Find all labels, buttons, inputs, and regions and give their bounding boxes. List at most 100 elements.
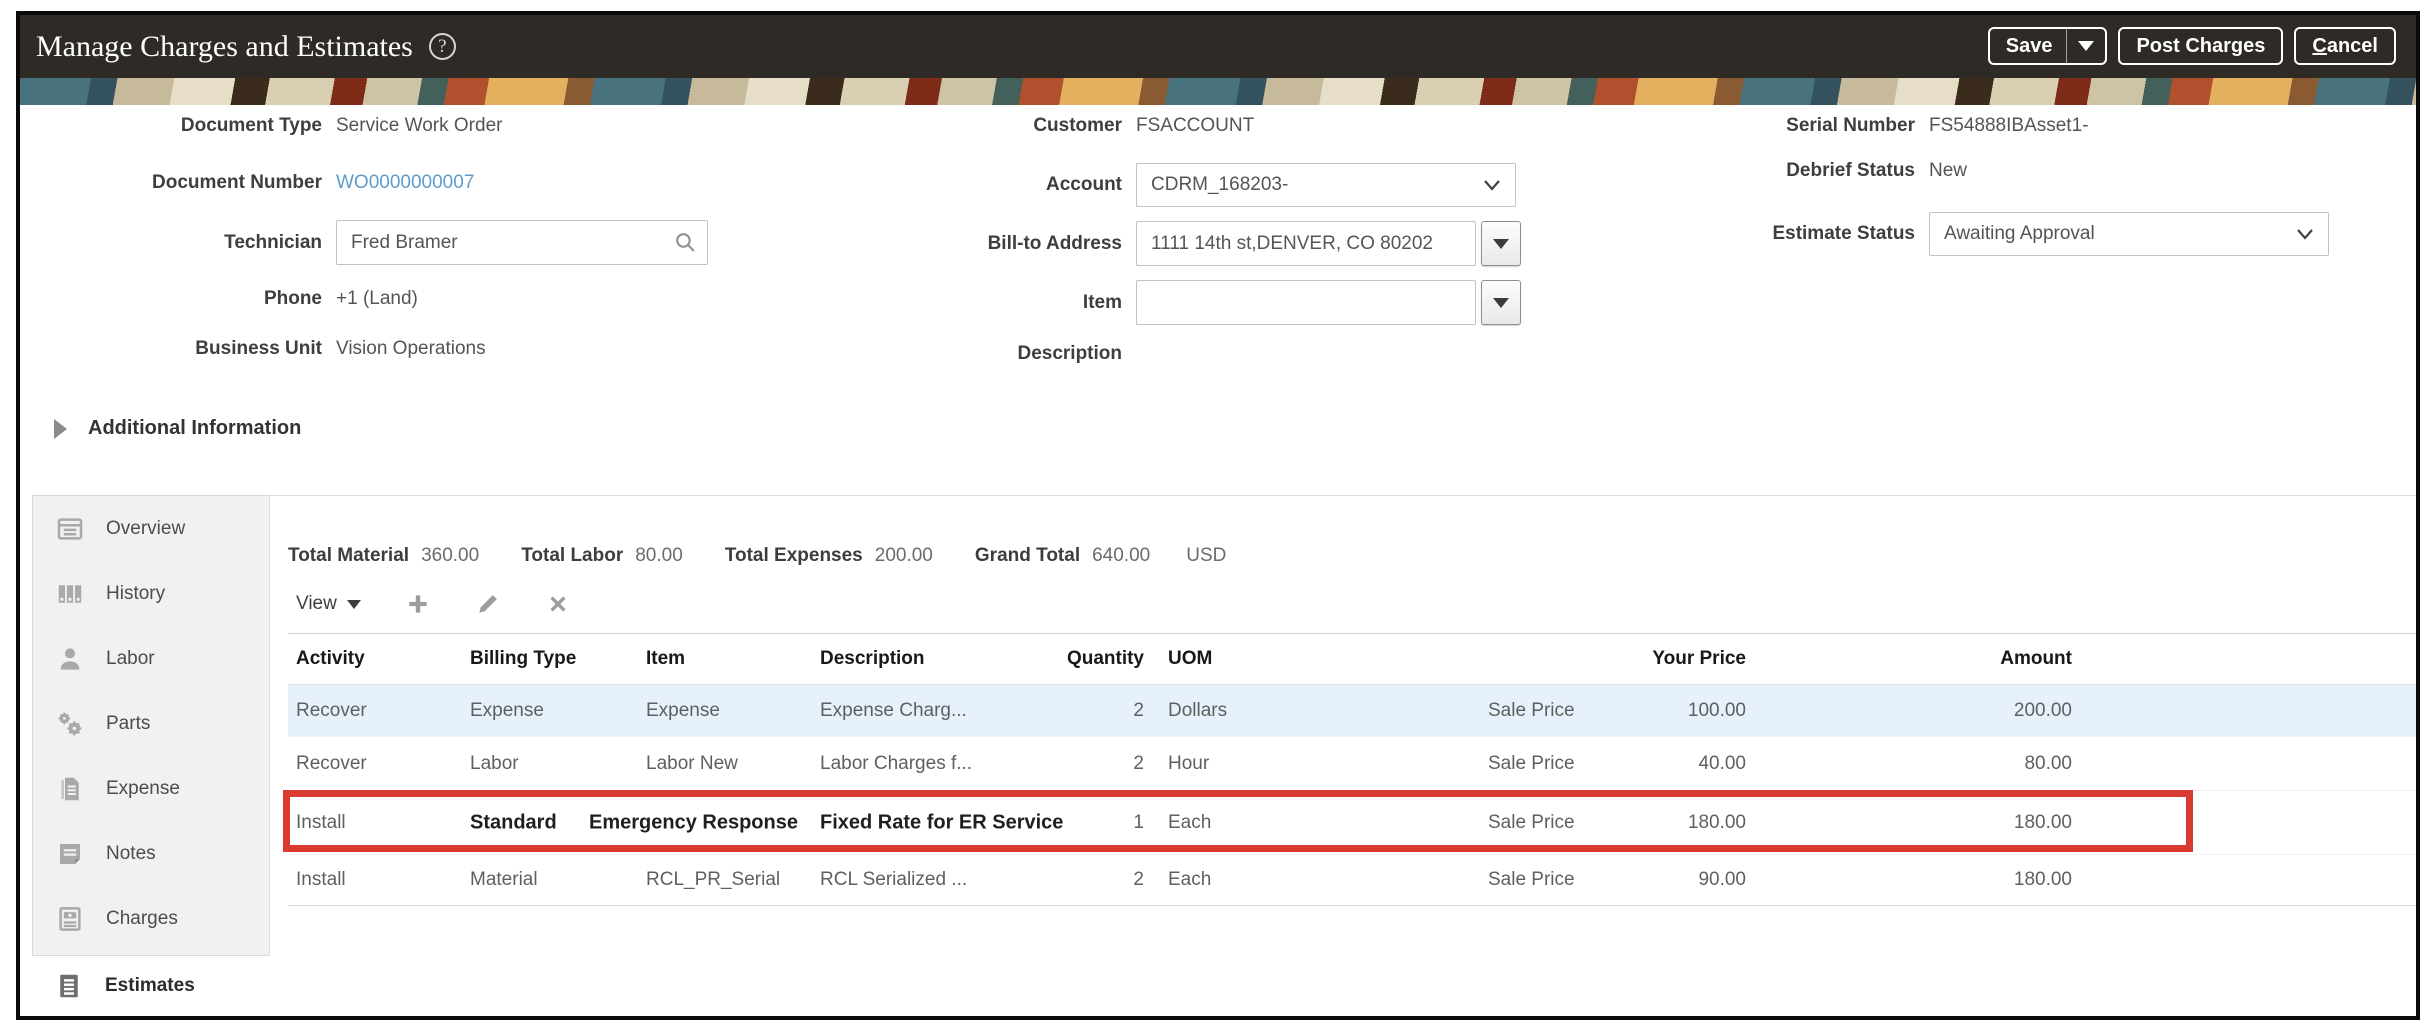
sidebar-item-notes[interactable]: Notes (33, 821, 269, 886)
form-column-middle: Customer FSACCOUNT Account CDRM_168203- … (900, 111, 1580, 369)
description-label: Description (1017, 343, 1122, 364)
sidebar-item-charges[interactable]: Charges (33, 886, 269, 951)
form-column-left: Document Type Service Work Order Documen… (80, 111, 740, 364)
technician-input[interactable] (336, 220, 708, 265)
triangle-down-icon (1493, 297, 1509, 308)
cell-billing-type: Labor (470, 752, 519, 774)
table-row[interactable]: Recover Labor Labor New Labor Charges f.… (288, 736, 2416, 790)
business-unit-value: Vision Operations (336, 338, 486, 359)
business-unit-label: Business Unit (195, 338, 322, 359)
cell-uom: Dollars (1168, 699, 1228, 721)
table-row[interactable]: Recover Expense Expense Expense Charg...… (288, 684, 2416, 736)
cell-price-type: Sale Price (1488, 699, 1575, 721)
account-select[interactable]: CDRM_168203- (1136, 163, 1516, 207)
estimates-table: Activity Billing Type Item Description Q… (283, 633, 2416, 906)
cell-activity: Install (296, 811, 346, 833)
sidebar-item-estimates-selected[interactable]: Estimates (32, 956, 270, 1016)
sidebar-item-history[interactable]: History (33, 561, 269, 626)
item-dropdown-button[interactable] (1481, 280, 1521, 325)
note-icon (60, 843, 80, 864)
table-row-highlighted[interactable]: Install Standard Emergency Response Fixe… (288, 790, 2416, 854)
col-header-billing-type: Billing Type (470, 648, 577, 669)
additional-information-label: Additional Information (88, 417, 302, 439)
cell-description: Labor Charges f... (820, 752, 973, 774)
cell-billing-type: Material (470, 869, 538, 890)
cancel-label-rest: ancel (2326, 34, 2378, 57)
cell-your-price: 90.00 (1698, 869, 1746, 890)
account-label: Account (1046, 174, 1122, 195)
page-title-row: Manage Charges and Estimates ? (36, 15, 456, 78)
debrief-status-value: New (1929, 160, 1968, 181)
cell-item: Emergency Response (589, 811, 798, 833)
totals-bar: Total Material 360.00 Total Labor 80.00 … (288, 545, 1226, 567)
col-header-amount: Amount (2000, 648, 2072, 669)
cell-activity: Recover (296, 699, 367, 721)
sidebar-item-label: Charges (106, 907, 178, 929)
cell-quantity: 1 (1133, 811, 1144, 833)
cell-price-type: Sale Price (1488, 811, 1575, 833)
cell-price-type: Sale Price (1488, 752, 1575, 774)
sidebar-item-label: Estimates (105, 975, 195, 996)
cell-uom: Hour (1168, 752, 1210, 774)
table-row[interactable]: Install Material RCL_PR_Serial RCL Seria… (288, 854, 2416, 906)
cell-quantity: 2 (1133, 699, 1144, 721)
cell-amount: 200.00 (2013, 699, 2072, 721)
estimate-status-select[interactable]: Awaiting Approval (1929, 212, 2329, 256)
col-header-activity: Activity (296, 648, 365, 669)
cancel-button[interactable]: Cancel (2294, 27, 2396, 65)
table-toolbar: View (296, 587, 571, 621)
cell-your-price: 100.00 (1687, 699, 1746, 721)
sidebar-item-parts[interactable]: Parts (33, 691, 269, 756)
edit-row-button[interactable] (475, 591, 501, 617)
bill-to-address-input[interactable] (1136, 221, 1476, 266)
triangle-down-icon (346, 599, 361, 609)
sidebar-tabs: Overview History Labor Parts Expense Not… (32, 495, 270, 956)
chevron-down-icon (1484, 180, 1500, 191)
panel-divider (270, 495, 2416, 496)
total-material-value: 360.00 (421, 545, 480, 566)
view-menu-label: View (296, 593, 337, 614)
item-input[interactable] (1136, 280, 1476, 325)
sidebar-item-expense[interactable]: Expense (33, 756, 269, 821)
help-icon[interactable]: ? (428, 33, 456, 60)
table-header-row: Activity Billing Type Item Description Q… (288, 634, 2416, 684)
col-header-your-price: Your Price (1652, 648, 1746, 669)
sidebar-item-label: Parts (106, 712, 151, 734)
account-selected-value: CDRM_168203- (1151, 174, 1289, 195)
cell-your-price: 40.00 (1698, 752, 1746, 774)
cell-activity: Install (296, 869, 346, 890)
cell-amount: 180.00 (2013, 869, 2072, 890)
customer-label: Customer (1033, 115, 1122, 136)
sidebar-item-labor[interactable]: Labor (33, 626, 269, 691)
sidebar-item-label: Expense (106, 777, 180, 799)
post-charges-button[interactable]: Post Charges (2118, 27, 2284, 65)
header-actions: Save Post Charges Cancel (1987, 27, 2396, 65)
additional-information-toggle[interactable]: Additional Information (54, 417, 301, 440)
document-number-link[interactable]: WO0000000007 (336, 172, 474, 194)
bill-to-address-dropdown-button[interactable] (1481, 221, 1521, 266)
serial-number-value: FS54888IBAsset1- (1929, 115, 2089, 136)
page-header: Manage Charges and Estimates ? Save Post… (20, 15, 2416, 78)
cell-quantity: 2 (1133, 869, 1144, 890)
total-labor-label: Total Labor (521, 545, 624, 566)
cell-billing-type: Expense (470, 699, 544, 721)
search-icon[interactable] (673, 230, 698, 260)
delete-row-button[interactable] (545, 591, 571, 617)
document-icon (61, 777, 79, 800)
total-expenses-label: Total Expenses (724, 545, 863, 566)
save-split-button: Save (1987, 27, 2108, 65)
add-row-button[interactable] (405, 591, 431, 617)
overview-icon (57, 517, 83, 540)
sidebar-item-label: Overview (106, 517, 186, 539)
person-icon (60, 647, 80, 670)
save-dropdown-button[interactable] (2066, 29, 2105, 63)
view-menu-button[interactable]: View (296, 593, 361, 615)
cell-amount: 180.00 (2013, 811, 2072, 833)
grand-total-value: 640.00 (1092, 545, 1151, 566)
page-title: Manage Charges and Estimates (36, 29, 413, 63)
app-window: Manage Charges and Estimates ? Save Post… (16, 11, 2420, 1020)
document-type-label: Document Type (180, 115, 322, 136)
sidebar-item-overview[interactable]: Overview (33, 496, 269, 561)
cell-uom: Each (1168, 811, 1212, 833)
save-button[interactable]: Save (1990, 35, 2067, 58)
